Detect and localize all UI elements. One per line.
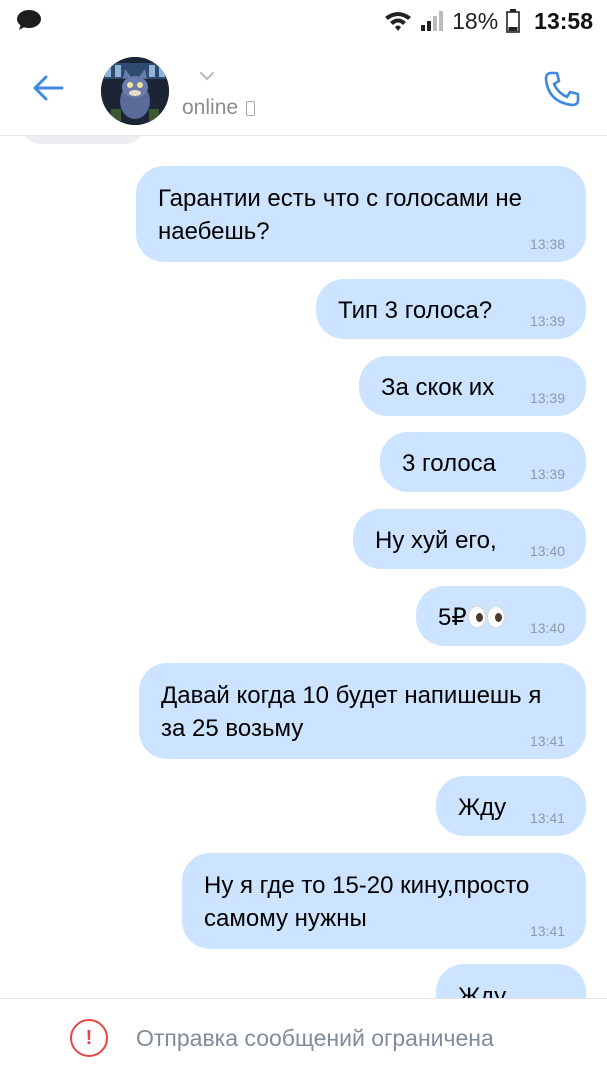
message-time: 13:39: [529, 466, 565, 482]
message-text: Давай когда 10 будет напишешь я за 25 во…: [161, 682, 542, 742]
avatar[interactable]: [101, 57, 169, 125]
message-text: 5₽: [438, 604, 467, 631]
message-time: 13:39: [529, 313, 565, 329]
message-bubble[interactable]: За скок их 13:39: [359, 356, 586, 416]
mobile-device-icon: [246, 100, 256, 116]
message-time: 13:41: [529, 923, 565, 939]
message-bubble[interactable]: Жду: [436, 964, 586, 998]
message-bubble[interactable]: Ну хуй его, 13:40: [353, 509, 586, 569]
message-list[interactable]: Гарантии есть что с голосами не наебешь?…: [0, 136, 607, 998]
message-bubble[interactable]: Ну я где то 15-20 кину,просто самому нуж…: [182, 853, 586, 949]
message-text: Ну я где то 15-20 кину,просто самому нуж…: [204, 872, 530, 932]
back-arrow-icon: [33, 75, 64, 101]
message-bubble[interactable]: 3 голоса 13:39: [380, 432, 586, 492]
online-status-label: online: [182, 96, 239, 119]
chevron-down-icon[interactable]: [198, 70, 216, 82]
message-bubble[interactable]: Жду 13:41: [436, 776, 586, 836]
message-bubble[interactable]: 5₽ 13:40: [416, 586, 586, 646]
message-time: 13:39: [529, 390, 565, 406]
back-button[interactable]: [26, 66, 70, 110]
chat-header: online: [0, 44, 607, 136]
message-time: 13:40: [529, 620, 565, 636]
clock: 13:58: [534, 7, 593, 34]
phone-call-icon: [544, 71, 580, 107]
chat-bubble-icon: [17, 10, 41, 30]
online-status[interactable]: online: [182, 96, 256, 120]
message-time: 13:38: [529, 236, 565, 252]
message-bubble[interactable]: Тип 3 голоса? 13:39: [316, 279, 586, 339]
message-bubble[interactable]: Давай когда 10 будет напишешь я за 25 во…: [139, 663, 586, 759]
battery-icon: [506, 9, 520, 33]
restriction-text: Отправка сообщений ограничена: [136, 1025, 494, 1051]
message-text: Гарантии есть что с голосами не наебешь?: [158, 185, 523, 245]
message-bubble[interactable]: Гарантии есть что с голосами не наебешь?…: [136, 166, 586, 262]
message-time: 13:41: [529, 733, 565, 749]
battery-percent: 18%: [452, 7, 499, 34]
message-time: 13:41: [529, 810, 565, 826]
status-bar: 18% 13:58: [0, 0, 607, 44]
signal-icon: [421, 11, 444, 31]
exclamation-circle-icon: !: [70, 1019, 108, 1057]
call-button[interactable]: [539, 66, 585, 112]
eye-emoji-icon: [486, 606, 505, 628]
message-text: Жду: [458, 983, 507, 998]
message-time: 13:40: [529, 543, 565, 559]
incoming-message-partial[interactable]: [22, 136, 144, 144]
eye-emoji-icon: [467, 606, 486, 628]
avatar-image: [101, 57, 169, 125]
wifi-icon: [385, 12, 412, 31]
message-restriction-bar: ! Отправка сообщений ограничена: [0, 998, 607, 1080]
